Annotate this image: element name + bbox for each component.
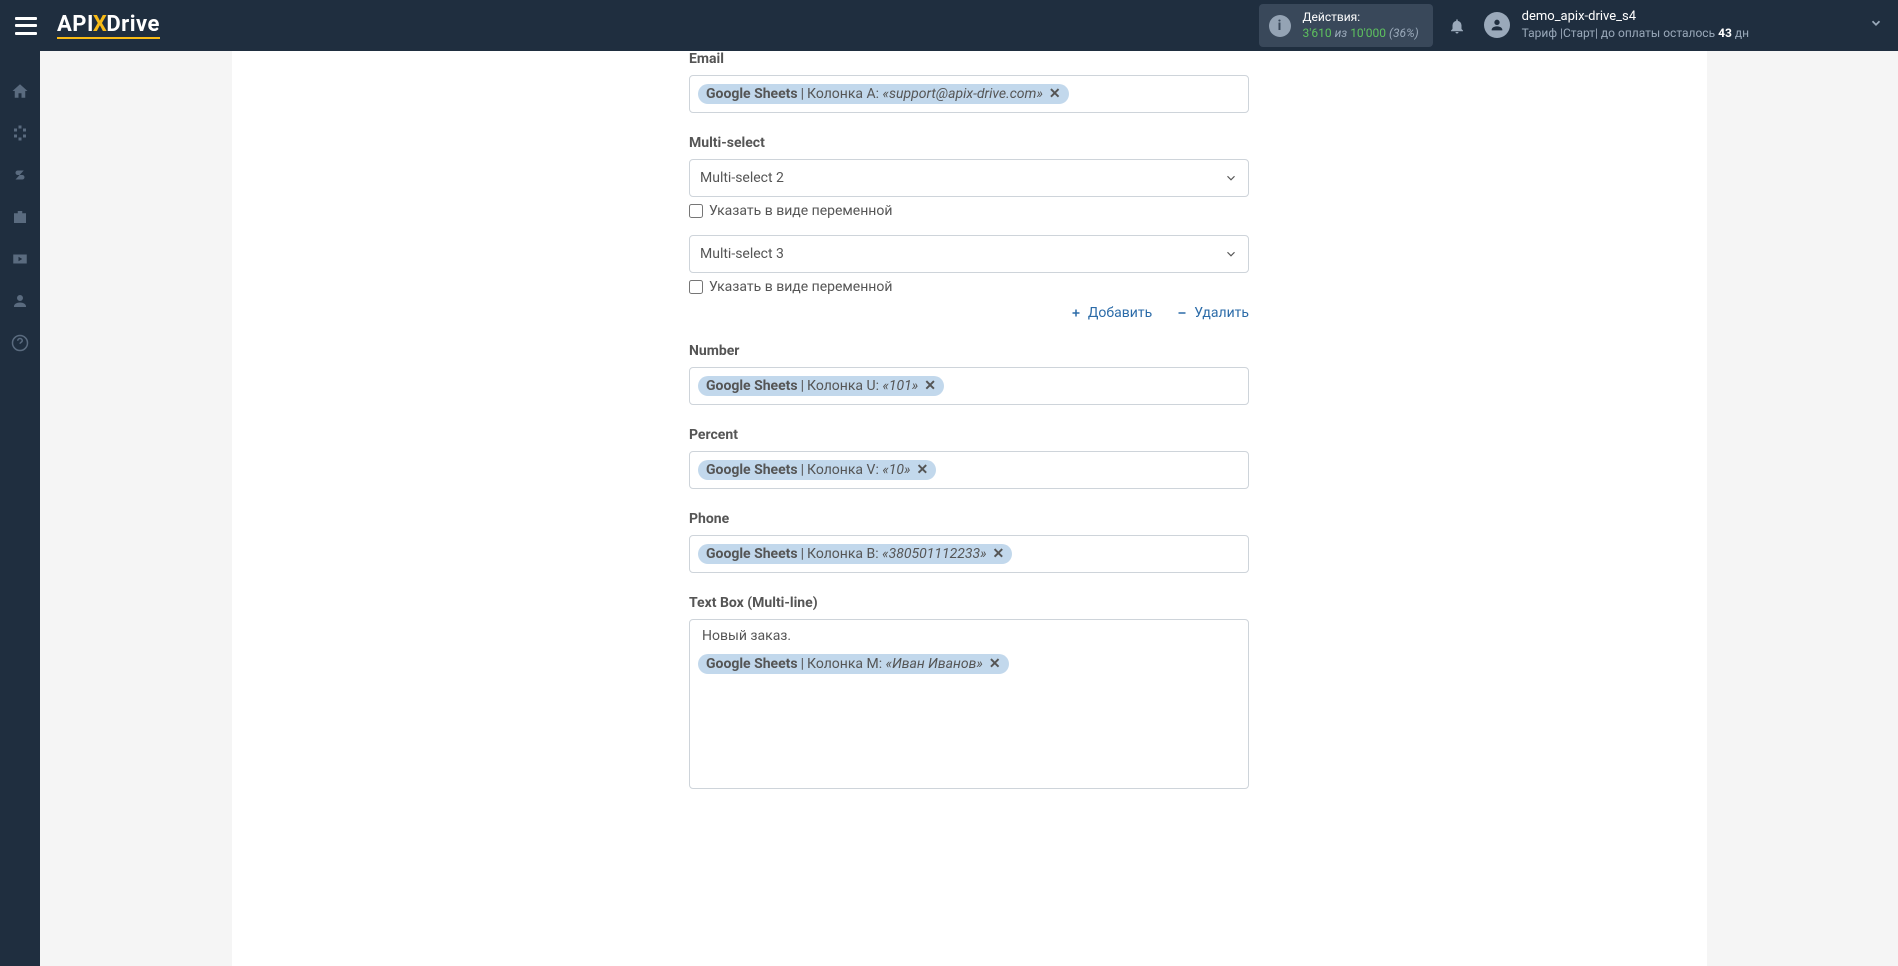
percent-input[interactable]: Google Sheets | Колонка V: «10» ✕: [689, 451, 1249, 489]
actions-current: 3'610: [1303, 26, 1332, 40]
number-label: Number: [689, 343, 1249, 359]
header: APIXDrive i Действия: 3'610 из 10'000 (3…: [0, 0, 1898, 51]
number-input[interactable]: Google Sheets | Колонка U: «101» ✕: [689, 367, 1249, 405]
phone-input[interactable]: Google Sheets | Колонка B: «380501112233…: [689, 535, 1249, 573]
plus-icon: [1070, 307, 1082, 319]
actions-label: Действия:: [1303, 10, 1419, 26]
multiselect-var-checkbox-1[interactable]: [689, 204, 703, 218]
sidebar: [0, 51, 40, 966]
actions-usage-box[interactable]: i Действия: 3'610 из 10'000 (36%): [1259, 4, 1433, 47]
multiselect-dropdown-1[interactable]: Multi-select 2: [689, 159, 1249, 197]
sidebar-home-icon[interactable]: [10, 81, 30, 101]
close-icon[interactable]: ✕: [916, 462, 928, 478]
sidebar-help-icon[interactable]: [10, 333, 30, 353]
textbox-input[interactable]: Новый заказ. Google Sheets | Колонка M: …: [689, 619, 1249, 789]
username: demo_apix-drive_s4: [1522, 9, 1749, 26]
sidebar-youtube-icon[interactable]: [10, 249, 30, 269]
close-icon[interactable]: ✕: [993, 546, 1005, 562]
textbox-plain: Новый заказ.: [698, 626, 795, 646]
textbox-label: Text Box (Multi-line): [689, 595, 1249, 611]
email-tag[interactable]: Google Sheets | Колонка A: «support@apix…: [698, 84, 1069, 104]
percent-label: Percent: [689, 427, 1249, 443]
number-tag[interactable]: Google Sheets | Колонка U: «101» ✕: [698, 376, 944, 396]
remove-button[interactable]: Удалить: [1176, 305, 1249, 321]
actions-percent: (36%): [1389, 26, 1419, 40]
percent-tag[interactable]: Google Sheets | Колонка V: «10» ✕: [698, 460, 936, 480]
phone-tag[interactable]: Google Sheets | Колонка B: «380501112233…: [698, 544, 1012, 564]
phone-label: Phone: [689, 511, 1249, 527]
logo[interactable]: APIXDrive: [57, 12, 160, 39]
bell-icon[interactable]: [1448, 17, 1466, 35]
tariff-days: 43: [1718, 26, 1732, 40]
info-icon: i: [1269, 15, 1291, 37]
email-label: Email: [689, 51, 1249, 67]
actions-of: из: [1335, 26, 1348, 40]
minus-icon: [1176, 307, 1188, 319]
multiselect-label: Multi-select: [689, 135, 1249, 151]
email-input[interactable]: Google Sheets | Колонка A: «support@apix…: [689, 75, 1249, 113]
main-content: Email Google Sheets | Колонка A: «suppor…: [40, 51, 1898, 966]
chevron-down-icon: [1224, 247, 1238, 261]
actions-total: 10'000: [1350, 26, 1386, 40]
avatar-icon: [1484, 12, 1510, 38]
chevron-down-icon: [1869, 16, 1883, 34]
sidebar-connections-icon[interactable]: [10, 123, 30, 143]
sidebar-briefcase-icon[interactable]: [10, 207, 30, 227]
sidebar-user-icon[interactable]: [10, 291, 30, 311]
multiselect-var-checkbox-2[interactable]: [689, 280, 703, 294]
tariff-prefix: Тариф |Старт| до оплаты осталось: [1522, 26, 1718, 40]
close-icon[interactable]: ✕: [1049, 86, 1061, 102]
sidebar-billing-icon[interactable]: [10, 165, 30, 185]
add-button[interactable]: Добавить: [1070, 305, 1152, 321]
multiselect-dropdown-2[interactable]: Multi-select 3: [689, 235, 1249, 273]
close-icon[interactable]: ✕: [989, 656, 1001, 672]
textbox-tag[interactable]: Google Sheets | Колонка M: «Иван Иванов»…: [698, 654, 1009, 674]
tariff-suffix: дн: [1732, 26, 1749, 40]
close-icon[interactable]: ✕: [924, 378, 936, 394]
user-menu[interactable]: demo_apix-drive_s4 Тариф |Старт| до опла…: [1484, 9, 1883, 41]
menu-toggle[interactable]: [15, 17, 37, 35]
chevron-down-icon: [1224, 171, 1238, 185]
